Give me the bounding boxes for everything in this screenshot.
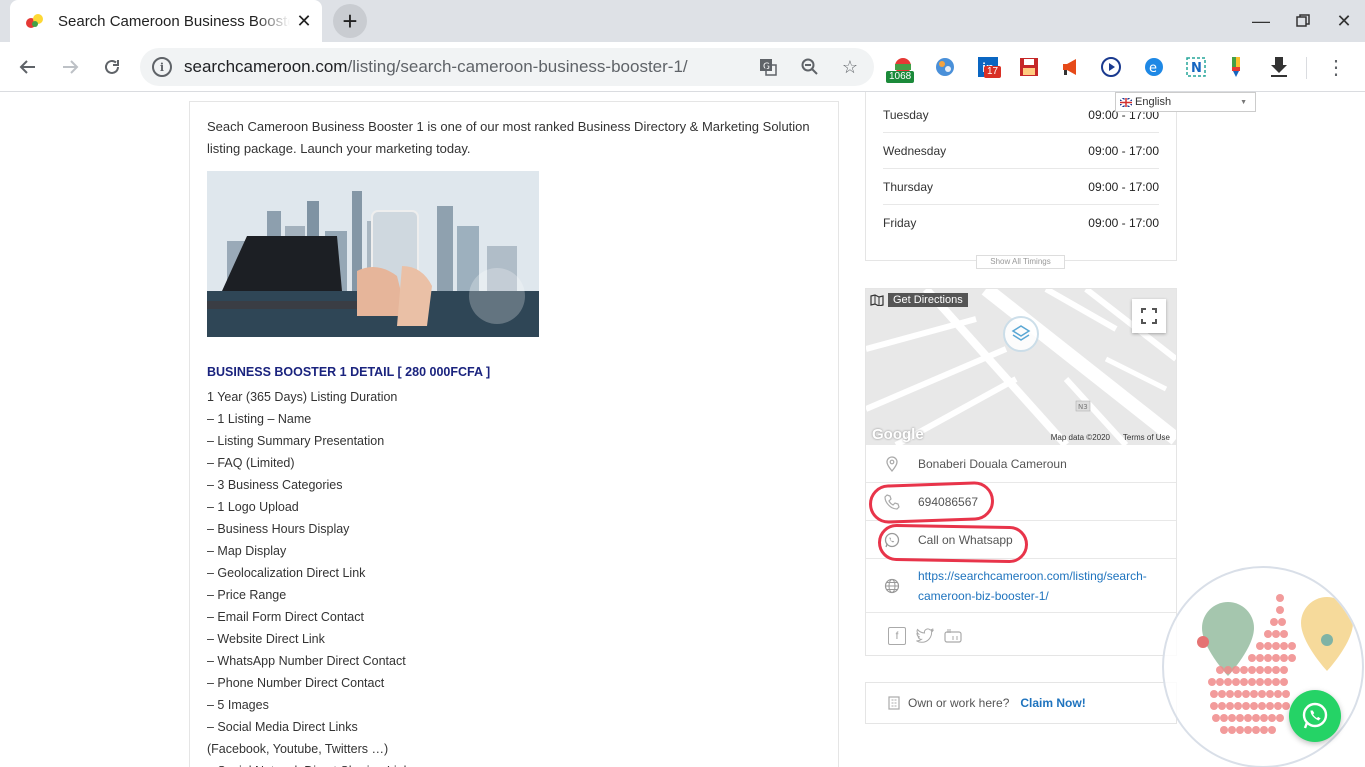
globe-icon — [866, 578, 918, 594]
list-item: – Phone Number Direct Contact — [207, 676, 385, 690]
list-item: – Business Hours Display — [207, 522, 350, 536]
list-item: – Geolocalization Direct Link — [207, 566, 366, 580]
website-row: https://searchcameroon.com/listing/searc… — [866, 559, 1176, 613]
address-bar[interactable]: i searchcameroon.com/listing/search-came… — [140, 48, 874, 86]
booster-detail-heading: BUSINESS BOOSTER 1 DETAIL [ 280 000FCFA … — [207, 365, 491, 379]
n-extension-icon[interactable]: N — [1184, 55, 1208, 79]
map-data-attribution: Map data ©2020 — [1050, 433, 1110, 442]
list-item: – Social Media Direct Links — [207, 720, 358, 734]
tab-strip: Search Cameroon Business Booster 1 ✕ + —… — [0, 0, 1365, 42]
list-item: – 1 Logo Upload — [207, 500, 299, 514]
claim-listing-card: Own or work here? Claim Now! — [865, 682, 1177, 724]
new-tab-button[interactable]: + — [333, 4, 367, 38]
map-terms-link[interactable]: Terms of Use — [1123, 433, 1170, 442]
list-item: 1 Year (365 Days) Listing Duration — [207, 390, 398, 404]
whatsapp-chat-icon — [1302, 702, 1328, 729]
marker-extension-icon[interactable] — [1225, 55, 1249, 79]
get-directions-button[interactable]: Get Directions — [870, 292, 968, 308]
floating-map-widget — [1162, 566, 1364, 767]
web-page: Seach Cameroon Business Booster 1 is one… — [0, 92, 1365, 767]
list-item: (Facebook, Youtube, Twitters …) — [207, 742, 389, 756]
address-row: Bonaberi Douala Cameroun — [866, 445, 1176, 483]
language-select[interactable]: English ▼ — [1115, 92, 1256, 112]
list-item: – WhatsApp Number Direct Contact — [207, 654, 406, 668]
tab-close-icon[interactable]: ✕ — [292, 9, 316, 33]
claim-question: Own or work here? — [908, 696, 1010, 710]
youtube-icon[interactable] — [944, 627, 962, 645]
list-item: – Email Form Direct Contact — [207, 610, 364, 624]
hours-row-wednesday: Wednesday 09:00 - 17:00 — [883, 133, 1159, 169]
map-icon — [870, 294, 884, 306]
site-info-icon[interactable]: i — [152, 57, 172, 77]
minimize-icon[interactable]: — — [1246, 8, 1276, 34]
business-hours-card: Tuesday 09:00 - 17:00 Wednesday 09:00 - … — [865, 92, 1177, 261]
map-fullscreen-icon[interactable] — [1132, 299, 1166, 333]
forward-arrow-icon[interactable] — [56, 53, 84, 81]
map-layers-icon[interactable] — [1008, 321, 1034, 347]
hours-row-thursday: Thursday 09:00 - 17:00 — [883, 169, 1159, 205]
hero-image-laptop-phone — [207, 171, 539, 337]
social-links: f — [888, 627, 962, 645]
chevron-down-icon: ▼ — [1240, 98, 1247, 106]
list-item: – 1 Listing – Name — [207, 412, 312, 426]
browser-toolbar: i searchcameroon.com/listing/search-came… — [0, 42, 1365, 92]
play-extension-icon[interactable] — [1099, 55, 1123, 79]
listing-intro: Seach Cameroon Business Booster 1 is one… — [207, 119, 810, 156]
megaphone-extension-icon[interactable] — [1059, 55, 1083, 79]
site-favicon-icon — [24, 10, 46, 32]
reload-icon[interactable] — [98, 53, 126, 81]
location-pin-icon — [866, 455, 918, 472]
location-map[interactable]: N3 Get Directions Google Map data ©2020 … — [866, 289, 1176, 445]
save-extension-icon[interactable] — [1017, 55, 1041, 79]
linkedin-extension-icon[interactable]: in 17 — [976, 55, 1002, 79]
uk-flag-icon — [1120, 97, 1132, 107]
feature-list: 1 Year (365 Days) Listing Duration – 1 Li… — [207, 386, 410, 767]
maximize-icon[interactable] — [1288, 8, 1318, 34]
google-logo: Google — [872, 426, 924, 443]
twitter-icon[interactable] — [916, 627, 934, 645]
website-link[interactable]: https://searchcameroon.com/listing/searc… — [918, 566, 1168, 606]
svg-text:e: e — [1149, 61, 1157, 76]
whatsapp-chat-button[interactable] — [1289, 690, 1341, 742]
back-arrow-icon[interactable] — [14, 53, 42, 81]
claim-now-link[interactable]: Claim Now! — [1020, 696, 1085, 710]
phone-highlight-annotation — [868, 480, 995, 525]
svg-text:N: N — [1191, 61, 1202, 76]
browser-tab[interactable]: Search Cameroon Business Booster 1 ✕ — [10, 0, 322, 42]
location-contact-card: N3 Get Directions Google Map data ©2020 … — [865, 288, 1177, 656]
toolbar-divider — [1306, 57, 1307, 79]
extension-1068-icon[interactable]: 1068 — [886, 55, 915, 83]
tab-title: Search Cameroon Business Booster 1 — [58, 12, 290, 30]
road-label: N3 — [1078, 403, 1088, 411]
address-text: Bonaberi Douala Cameroun — [918, 456, 1067, 471]
whatsapp-highlight-annotation — [877, 523, 1029, 564]
browser-menu-icon[interactable]: ⋮ — [1324, 55, 1348, 79]
download-extension-icon[interactable] — [1267, 55, 1291, 79]
list-item: – FAQ (Limited) — [207, 456, 295, 470]
building-icon — [888, 696, 900, 710]
hours-row-friday: Friday 09:00 - 17:00 — [883, 216, 1159, 230]
list-item: – 3 Business Categories — [207, 478, 343, 492]
list-item: – Listing Summary Presentation — [207, 434, 385, 448]
list-item: – 5 Images — [207, 698, 269, 712]
window-close-icon[interactable]: ✕ — [1329, 8, 1359, 34]
url-text[interactable]: searchcameroon.com/listing/search-camero… — [184, 57, 688, 77]
list-item: – Social Network Direct Sharing Link — [207, 760, 410, 767]
zoom-out-icon[interactable] — [798, 55, 822, 79]
listing-description-card: Seach Cameroon Business Booster 1 is one… — [189, 101, 839, 767]
list-item: – Map Display — [207, 544, 287, 558]
e-extension-icon[interactable]: e — [1142, 55, 1166, 79]
facebook-icon[interactable]: f — [888, 627, 906, 645]
list-item: – Website Direct Link — [207, 632, 325, 646]
list-item: – Price Range — [207, 588, 287, 602]
show-all-timings-button[interactable]: Show All Timings — [976, 255, 1065, 269]
extension-paint-icon[interactable] — [933, 55, 957, 79]
bookmark-star-icon[interactable]: ☆ — [838, 55, 862, 79]
translate-page-icon[interactable]: G — [756, 55, 780, 79]
